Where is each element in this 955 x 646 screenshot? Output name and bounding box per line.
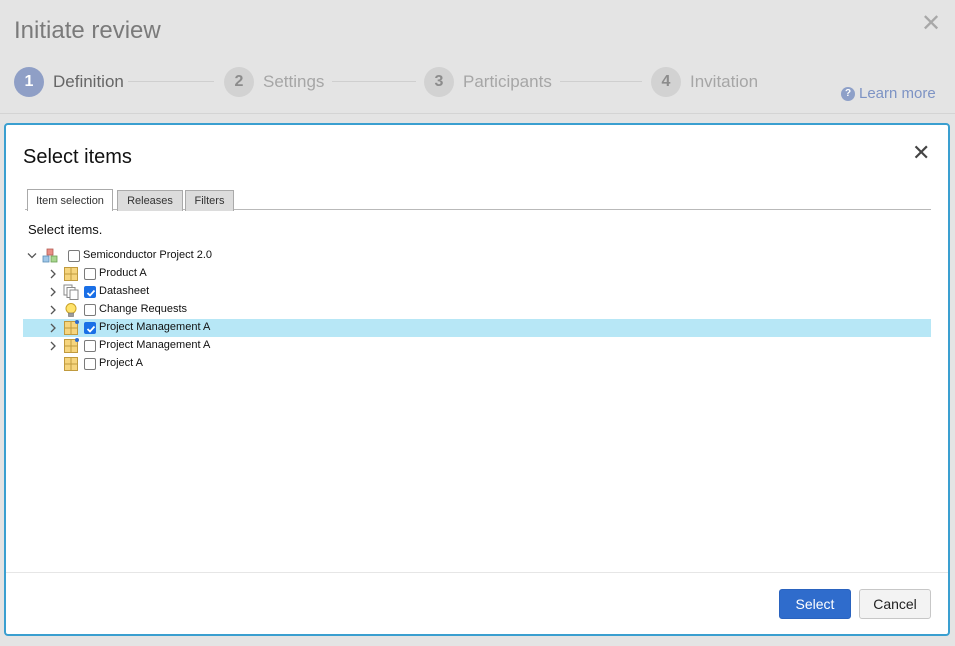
- tree-row[interactable]: Change Requests: [23, 301, 931, 319]
- tab-releases[interactable]: Releases: [117, 190, 183, 211]
- select-items-dialog: Select items ✕ Item selection Releases F…: [4, 123, 950, 636]
- tree-checkbox[interactable]: [84, 358, 96, 370]
- dialog-title: Select items: [23, 146, 132, 168]
- wizard-title: Initiate review: [14, 17, 161, 44]
- select-button[interactable]: Select: [779, 589, 851, 619]
- check-icon: [86, 325, 96, 333]
- chevron-right-icon[interactable]: [49, 341, 57, 351]
- step-label: Invitation: [690, 72, 759, 91]
- help-icon: ?: [841, 86, 855, 101]
- tree-label: Project Management A: [99, 339, 211, 351]
- tracker-icon: [64, 338, 79, 353]
- instructions: Select items.: [28, 222, 103, 237]
- tab-filters[interactable]: Filters: [185, 190, 234, 211]
- tree-row-selected[interactable]: Project Management A: [23, 319, 931, 337]
- tab-item-selection[interactable]: Item selection: [27, 189, 113, 211]
- tree-row[interactable]: Project Management A: [23, 337, 931, 355]
- step-number: 3: [424, 67, 454, 97]
- tracker-icon: [64, 320, 79, 335]
- cancel-button[interactable]: Cancel: [859, 589, 931, 619]
- step-label: Definition: [53, 72, 124, 91]
- step-label: Participants: [463, 72, 552, 91]
- project-icon: [42, 248, 58, 263]
- chevron-right-icon[interactable]: [49, 269, 57, 279]
- tree-row[interactable]: Datasheet: [23, 283, 931, 301]
- tracker-icon: [64, 267, 78, 281]
- step-number: 2: [224, 67, 254, 97]
- step-invitation[interactable]: 4 Invitation: [651, 66, 758, 98]
- tree-label: Change Requests: [99, 303, 188, 315]
- chevron-down-icon[interactable]: [27, 252, 37, 260]
- tracker-icon: [64, 357, 78, 371]
- divider: [6, 572, 948, 573]
- chevron-right-icon[interactable]: [49, 287, 57, 297]
- lightbulb-icon: [65, 303, 77, 317]
- tree-label: Semiconductor Project 2.0: [83, 249, 213, 261]
- check-icon: [86, 289, 96, 297]
- learn-more-link[interactable]: ? Learn more: [841, 85, 936, 102]
- chevron-right-icon[interactable]: [49, 305, 57, 315]
- wizard-close-icon[interactable]: ✕: [921, 12, 941, 36]
- step-connector: [560, 81, 642, 82]
- close-icon[interactable]: ✕: [912, 142, 930, 164]
- divider: [0, 113, 955, 114]
- step-number: 4: [651, 67, 681, 97]
- tree-row[interactable]: Project A: [23, 355, 931, 373]
- step-number: 1: [14, 67, 44, 97]
- tree-row[interactable]: Product A: [23, 265, 931, 283]
- tree-label: Project A: [99, 357, 144, 369]
- step-definition[interactable]: 1 Definition: [14, 66, 124, 98]
- item-tree: Semiconductor Project 2.0 Product A Data…: [23, 247, 931, 373]
- tree-checkbox[interactable]: [84, 268, 96, 280]
- tree-checkbox[interactable]: [84, 304, 96, 316]
- tree-checkbox[interactable]: [84, 286, 96, 298]
- tree-checkbox[interactable]: [68, 250, 80, 262]
- learn-more-label: Learn more: [859, 85, 936, 102]
- step-participants[interactable]: 3 Participants: [424, 66, 552, 98]
- tab-bar: Item selection Releases Filters: [25, 189, 931, 211]
- tree-label: Project Management A: [99, 321, 211, 333]
- tree-checkbox[interactable]: [84, 340, 96, 352]
- step-label: Settings: [263, 72, 325, 91]
- tree-label: Product A: [99, 267, 147, 279]
- step-connector: [332, 81, 416, 82]
- tree-row-root[interactable]: Semiconductor Project 2.0: [23, 247, 931, 265]
- tree-checkbox[interactable]: [84, 322, 96, 334]
- chevron-right-icon[interactable]: [49, 323, 57, 333]
- tree-label: Datasheet: [99, 285, 150, 297]
- step-settings[interactable]: 2 Settings: [224, 66, 324, 98]
- documents-icon: [63, 284, 79, 300]
- step-connector: [128, 81, 214, 82]
